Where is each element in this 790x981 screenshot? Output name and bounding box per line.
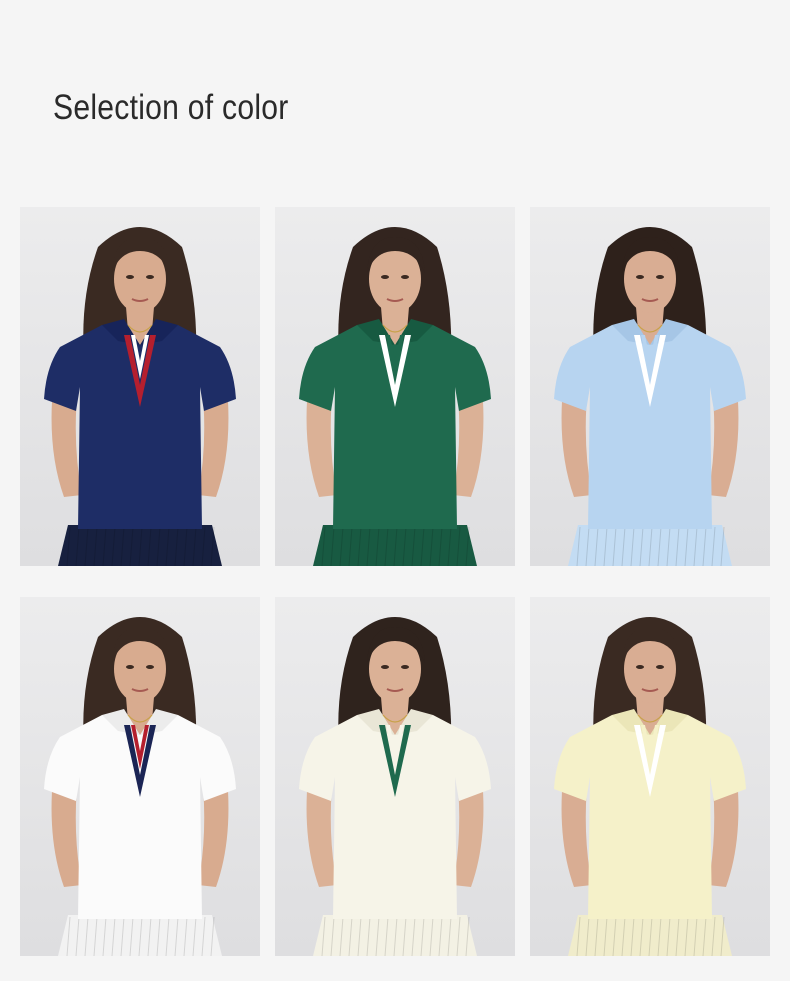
- eye: [401, 665, 409, 669]
- pleated-skirt: [58, 915, 222, 956]
- eye: [126, 665, 134, 669]
- color-option-light-blue[interactable]: [530, 207, 770, 566]
- color-option-cream[interactable]: [275, 597, 515, 956]
- eye: [656, 275, 664, 279]
- model-photo: [20, 207, 260, 566]
- pleated-skirt: [58, 525, 222, 566]
- eye: [146, 275, 154, 279]
- eye: [656, 665, 664, 669]
- model-photo: [530, 207, 770, 566]
- eye: [381, 275, 389, 279]
- eye: [636, 665, 644, 669]
- model-photo: [275, 597, 515, 956]
- eye: [401, 275, 409, 279]
- color-option-navy[interactable]: [20, 207, 260, 566]
- model-photo: [20, 597, 260, 956]
- model-photo: [275, 207, 515, 566]
- pleated-skirt: [568, 915, 732, 956]
- color-option-white[interactable]: [20, 597, 260, 956]
- color-option-pale-yellow[interactable]: [530, 597, 770, 956]
- eye: [381, 665, 389, 669]
- eye: [126, 275, 134, 279]
- pleated-skirt: [568, 525, 732, 566]
- eye: [146, 665, 154, 669]
- color-option-green[interactable]: [275, 207, 515, 566]
- pleated-skirt: [313, 525, 477, 566]
- pleated-skirt: [313, 915, 477, 956]
- model-photo: [530, 597, 770, 956]
- eye: [636, 275, 644, 279]
- page-title: Selection of color: [53, 88, 289, 127]
